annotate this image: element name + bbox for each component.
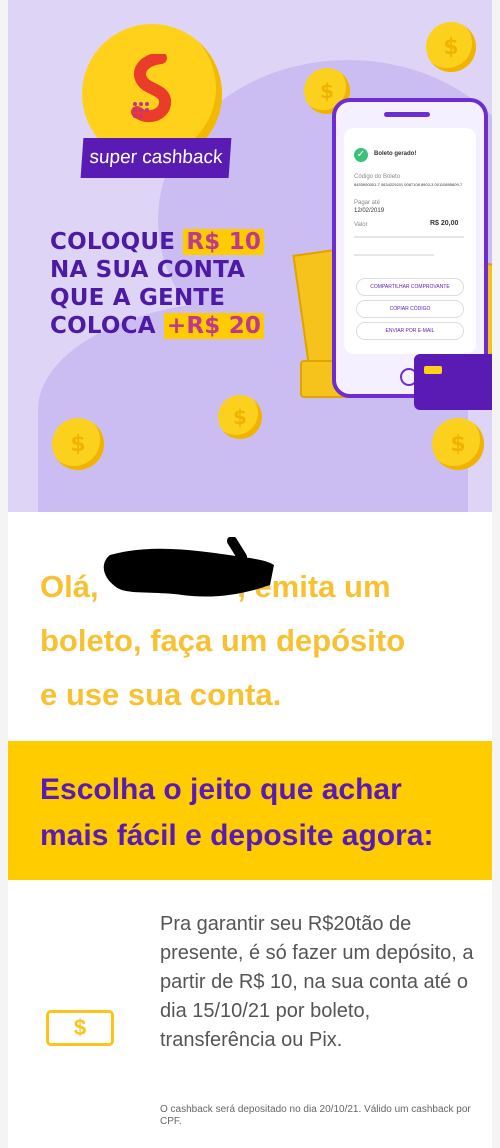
highlight-amount: +R$ 20 — [163, 313, 265, 339]
copy-code-button: COPIAR CÓDIGO — [356, 300, 464, 318]
coin-icon: $ — [218, 395, 262, 439]
send-email-button: ENVIAR POR E-MAIL — [356, 322, 464, 340]
cashback-note: O cashback será depositado no dia 20/10/… — [160, 1104, 471, 1127]
dollar-bill-icon: $ — [46, 1010, 114, 1046]
check-icon: ✓ — [354, 148, 368, 162]
deposit-description: Pra garantir seu R$20tão de presente, é … — [160, 913, 474, 1051]
highlight-amount: R$ 10 — [183, 229, 265, 255]
redaction-scribble — [103, 537, 274, 597]
credit-card-icon — [414, 354, 492, 410]
cta-band: Escolha o jeito que achar mais fácil e d… — [8, 741, 492, 880]
coin-icon: $ — [426, 22, 476, 72]
super-s-logo-icon — [131, 54, 172, 123]
hero-headline: COLOQUE R$ 10 NA SUA CONTA QUE A GENTE C… — [50, 228, 265, 340]
share-receipt-button: COMPARTILHAR COMPROVANTE — [356, 278, 464, 296]
super-cashback-logo: super cashback — [80, 138, 232, 178]
phone-notch — [384, 112, 430, 117]
coin-icon: $ — [432, 418, 484, 470]
hero-banner: $ $ $ $ $ super cashback COLOQUE R$ 10 N… — [8, 0, 492, 512]
phone-screen: ✓ Boleto gerado! Código do Boleto 845390… — [344, 128, 476, 354]
cta-heading: Escolha o jeito que achar mais fácil e d… — [40, 773, 434, 852]
email-page: $ $ $ $ $ super cashback COLOQUE R$ 10 N… — [8, 0, 492, 1148]
phone-illustration: ✓ Boleto gerado! Código do Boleto 845390… — [332, 98, 488, 398]
coin-icon: $ — [52, 418, 104, 470]
